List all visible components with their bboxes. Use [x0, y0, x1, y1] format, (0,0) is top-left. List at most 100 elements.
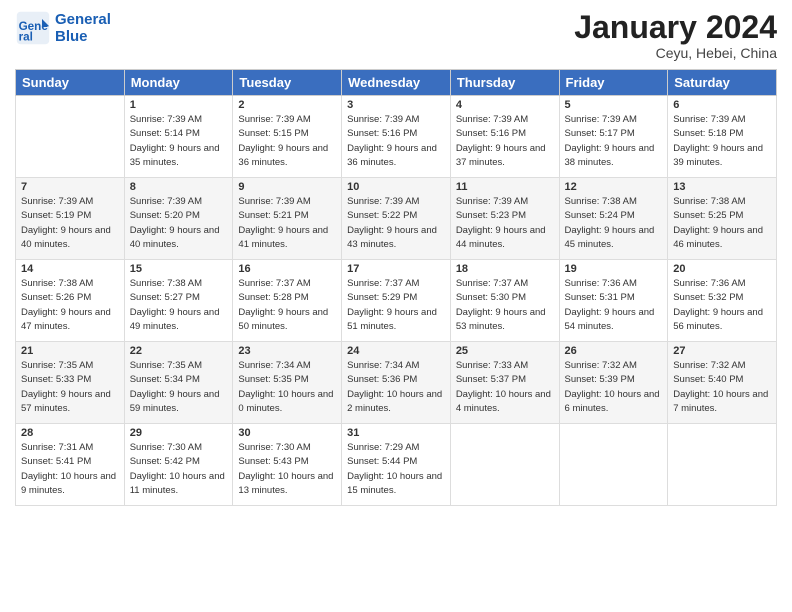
- day-number: 18: [456, 263, 554, 275]
- sunrise-text: Sunrise: 7:39 AM: [565, 113, 663, 127]
- day-header-sunday: Sunday: [16, 70, 125, 96]
- day-number: 28: [21, 427, 119, 439]
- day-info: Sunrise: 7:30 AM Sunset: 5:42 PM Dayligh…: [130, 441, 228, 498]
- day-info: Sunrise: 7:36 AM Sunset: 5:32 PM Dayligh…: [673, 277, 771, 334]
- daylight-text: Daylight: 10 hours and 2 minutes.: [347, 388, 445, 417]
- sunset-text: Sunset: 5:37 PM: [456, 373, 554, 387]
- day-info: Sunrise: 7:33 AM Sunset: 5:37 PM Dayligh…: [456, 359, 554, 416]
- sunset-text: Sunset: 5:39 PM: [565, 373, 663, 387]
- sunrise-text: Sunrise: 7:38 AM: [130, 277, 228, 291]
- sunset-text: Sunset: 5:19 PM: [21, 209, 119, 223]
- calendar-day-cell: 22 Sunrise: 7:35 AM Sunset: 5:34 PM Dayl…: [124, 342, 233, 424]
- sunrise-text: Sunrise: 7:33 AM: [456, 359, 554, 373]
- calendar-day-cell: 6 Sunrise: 7:39 AM Sunset: 5:18 PM Dayli…: [668, 96, 777, 178]
- logo-icon: Gene ral: [15, 10, 51, 46]
- calendar-day-cell: 21 Sunrise: 7:35 AM Sunset: 5:33 PM Dayl…: [16, 342, 125, 424]
- day-info: Sunrise: 7:39 AM Sunset: 5:23 PM Dayligh…: [456, 195, 554, 252]
- day-number: 30: [238, 427, 336, 439]
- page: Gene ral General Blue January 2024 Ceyu,…: [0, 0, 792, 612]
- day-number: 1: [130, 99, 228, 111]
- calendar-day-cell: 27 Sunrise: 7:32 AM Sunset: 5:40 PM Dayl…: [668, 342, 777, 424]
- calendar-day-cell: 24 Sunrise: 7:34 AM Sunset: 5:36 PM Dayl…: [342, 342, 451, 424]
- daylight-text: Daylight: 9 hours and 36 minutes.: [347, 142, 445, 171]
- calendar-week-row: 21 Sunrise: 7:35 AM Sunset: 5:33 PM Dayl…: [16, 342, 777, 424]
- day-number: 19: [565, 263, 663, 275]
- day-info: Sunrise: 7:38 AM Sunset: 5:26 PM Dayligh…: [21, 277, 119, 334]
- daylight-text: Daylight: 9 hours and 50 minutes.: [238, 306, 336, 335]
- day-header-friday: Friday: [559, 70, 668, 96]
- day-header-thursday: Thursday: [450, 70, 559, 96]
- day-info: Sunrise: 7:38 AM Sunset: 5:24 PM Dayligh…: [565, 195, 663, 252]
- calendar-day-cell: 30 Sunrise: 7:30 AM Sunset: 5:43 PM Dayl…: [233, 424, 342, 506]
- calendar-week-row: 14 Sunrise: 7:38 AM Sunset: 5:26 PM Dayl…: [16, 260, 777, 342]
- sunset-text: Sunset: 5:18 PM: [673, 127, 771, 141]
- daylight-text: Daylight: 9 hours and 47 minutes.: [21, 306, 119, 335]
- sunset-text: Sunset: 5:44 PM: [347, 455, 445, 469]
- calendar-day-cell: 14 Sunrise: 7:38 AM Sunset: 5:26 PM Dayl…: [16, 260, 125, 342]
- daylight-text: Daylight: 9 hours and 35 minutes.: [130, 142, 228, 171]
- daylight-text: Daylight: 10 hours and 11 minutes.: [130, 470, 228, 499]
- calendar-week-row: 7 Sunrise: 7:39 AM Sunset: 5:19 PM Dayli…: [16, 178, 777, 260]
- daylight-text: Daylight: 10 hours and 6 minutes.: [565, 388, 663, 417]
- day-number: 24: [347, 345, 445, 357]
- calendar-day-cell: 20 Sunrise: 7:36 AM Sunset: 5:32 PM Dayl…: [668, 260, 777, 342]
- day-number: 16: [238, 263, 336, 275]
- day-number: 17: [347, 263, 445, 275]
- sunset-text: Sunset: 5:20 PM: [130, 209, 228, 223]
- sunrise-text: Sunrise: 7:32 AM: [565, 359, 663, 373]
- month-title: January 2024: [574, 10, 777, 45]
- sunrise-text: Sunrise: 7:35 AM: [21, 359, 119, 373]
- sunrise-text: Sunrise: 7:37 AM: [238, 277, 336, 291]
- calendar-day-cell: 29 Sunrise: 7:30 AM Sunset: 5:42 PM Dayl…: [124, 424, 233, 506]
- daylight-text: Daylight: 9 hours and 40 minutes.: [21, 224, 119, 253]
- day-header-saturday: Saturday: [668, 70, 777, 96]
- sunrise-text: Sunrise: 7:37 AM: [347, 277, 445, 291]
- sunrise-text: Sunrise: 7:34 AM: [347, 359, 445, 373]
- day-number: 25: [456, 345, 554, 357]
- sunrise-text: Sunrise: 7:34 AM: [238, 359, 336, 373]
- sunset-text: Sunset: 5:30 PM: [456, 291, 554, 305]
- day-number: 14: [21, 263, 119, 275]
- sunset-text: Sunset: 5:31 PM: [565, 291, 663, 305]
- daylight-text: Daylight: 10 hours and 15 minutes.: [347, 470, 445, 499]
- day-header-wednesday: Wednesday: [342, 70, 451, 96]
- daylight-text: Daylight: 10 hours and 7 minutes.: [673, 388, 771, 417]
- sunset-text: Sunset: 5:24 PM: [565, 209, 663, 223]
- calendar-day-cell: 28 Sunrise: 7:31 AM Sunset: 5:41 PM Dayl…: [16, 424, 125, 506]
- daylight-text: Daylight: 9 hours and 44 minutes.: [456, 224, 554, 253]
- sunrise-text: Sunrise: 7:39 AM: [347, 195, 445, 209]
- daylight-text: Daylight: 9 hours and 46 minutes.: [673, 224, 771, 253]
- sunset-text: Sunset: 5:27 PM: [130, 291, 228, 305]
- daylight-text: Daylight: 9 hours and 53 minutes.: [456, 306, 554, 335]
- calendar-day-cell: 13 Sunrise: 7:38 AM Sunset: 5:25 PM Dayl…: [668, 178, 777, 260]
- calendar-day-cell: 31 Sunrise: 7:29 AM Sunset: 5:44 PM Dayl…: [342, 424, 451, 506]
- sunrise-text: Sunrise: 7:39 AM: [456, 195, 554, 209]
- day-header-tuesday: Tuesday: [233, 70, 342, 96]
- calendar-day-cell: 2 Sunrise: 7:39 AM Sunset: 5:15 PM Dayli…: [233, 96, 342, 178]
- day-number: 9: [238, 181, 336, 193]
- sunset-text: Sunset: 5:41 PM: [21, 455, 119, 469]
- day-number: 27: [673, 345, 771, 357]
- daylight-text: Daylight: 9 hours and 41 minutes.: [238, 224, 336, 253]
- sunset-text: Sunset: 5:25 PM: [673, 209, 771, 223]
- calendar-day-cell: 18 Sunrise: 7:37 AM Sunset: 5:30 PM Dayl…: [450, 260, 559, 342]
- day-info: Sunrise: 7:38 AM Sunset: 5:27 PM Dayligh…: [130, 277, 228, 334]
- calendar-week-row: 1 Sunrise: 7:39 AM Sunset: 5:14 PM Dayli…: [16, 96, 777, 178]
- day-number: 20: [673, 263, 771, 275]
- calendar-day-cell: 16 Sunrise: 7:37 AM Sunset: 5:28 PM Dayl…: [233, 260, 342, 342]
- sunset-text: Sunset: 5:28 PM: [238, 291, 336, 305]
- sunset-text: Sunset: 5:33 PM: [21, 373, 119, 387]
- day-info: Sunrise: 7:29 AM Sunset: 5:44 PM Dayligh…: [347, 441, 445, 498]
- sunrise-text: Sunrise: 7:39 AM: [456, 113, 554, 127]
- sunset-text: Sunset: 5:21 PM: [238, 209, 336, 223]
- day-number: 12: [565, 181, 663, 193]
- sunrise-text: Sunrise: 7:37 AM: [456, 277, 554, 291]
- sunrise-text: Sunrise: 7:36 AM: [673, 277, 771, 291]
- day-info: Sunrise: 7:39 AM Sunset: 5:15 PM Dayligh…: [238, 113, 336, 170]
- sunset-text: Sunset: 5:16 PM: [456, 127, 554, 141]
- day-info: Sunrise: 7:39 AM Sunset: 5:22 PM Dayligh…: [347, 195, 445, 252]
- sunset-text: Sunset: 5:22 PM: [347, 209, 445, 223]
- day-info: Sunrise: 7:39 AM Sunset: 5:21 PM Dayligh…: [238, 195, 336, 252]
- day-info: Sunrise: 7:39 AM Sunset: 5:16 PM Dayligh…: [347, 113, 445, 170]
- title-block: January 2024 Ceyu, Hebei, China: [574, 10, 777, 61]
